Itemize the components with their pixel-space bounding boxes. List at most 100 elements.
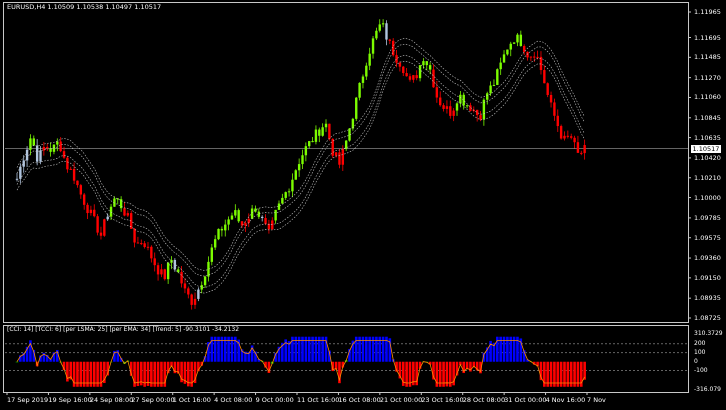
candle-body bbox=[140, 243, 143, 245]
candle-body bbox=[580, 152, 583, 154]
candle-body bbox=[375, 30, 378, 39]
time-tick-label: 16 Oct 08:00 bbox=[338, 396, 381, 404]
candle-body bbox=[358, 82, 361, 98]
candle-body bbox=[566, 135, 570, 137]
candle-body bbox=[56, 141, 59, 145]
candle-body bbox=[35, 145, 39, 162]
candle-body bbox=[331, 138, 334, 156]
candle-body bbox=[126, 213, 130, 216]
candle-body bbox=[338, 152, 341, 165]
candle-body bbox=[264, 218, 267, 224]
candle-body bbox=[408, 76, 412, 80]
candle-body bbox=[183, 283, 187, 289]
candle-body bbox=[479, 115, 482, 120]
candle-body bbox=[311, 141, 314, 143]
current-price-label: 1.10517 bbox=[691, 144, 721, 153]
candle-body bbox=[200, 285, 203, 290]
candle-body bbox=[549, 94, 553, 103]
candle-body bbox=[234, 210, 237, 216]
candle-body bbox=[291, 179, 294, 192]
candle-body bbox=[412, 75, 415, 80]
candle-body bbox=[79, 185, 83, 195]
time-tick-label: 17 Sep 2019 bbox=[7, 396, 49, 404]
candle-body bbox=[459, 94, 462, 104]
candle-body bbox=[76, 180, 79, 186]
candle-body bbox=[496, 69, 499, 85]
candle-body bbox=[69, 168, 72, 170]
candle-body bbox=[284, 192, 287, 198]
candle-body bbox=[203, 276, 207, 286]
price-tick-label: 1.10210 bbox=[694, 173, 721, 182]
candle-body bbox=[304, 146, 308, 156]
candle-body bbox=[82, 194, 86, 205]
candle-body bbox=[123, 208, 126, 216]
price-tick-label: 1.09575 bbox=[694, 233, 721, 242]
candle-body bbox=[361, 76, 365, 83]
time-tick-label: 24 Sep 08:00 bbox=[89, 396, 134, 404]
candle-body bbox=[344, 140, 348, 149]
candle-body bbox=[533, 56, 536, 58]
candle-body bbox=[492, 84, 496, 86]
candle-body bbox=[308, 141, 311, 147]
candle-body bbox=[287, 191, 291, 193]
candle-body bbox=[573, 137, 576, 143]
candle-body bbox=[395, 55, 398, 63]
candle-body bbox=[509, 43, 512, 50]
indicator-level-label: -316.079 bbox=[694, 386, 721, 393]
candle-body bbox=[543, 70, 546, 84]
candle-body bbox=[435, 87, 439, 98]
candle-body bbox=[106, 216, 109, 220]
indicator-level-label: 200 bbox=[694, 339, 706, 347]
chart-svg bbox=[5, 11, 691, 395]
candle-body bbox=[230, 215, 234, 220]
candle-body bbox=[281, 197, 284, 204]
candle-body bbox=[224, 224, 227, 231]
candle-body bbox=[559, 126, 563, 139]
time-tick-label: 9 Oct 00:00 bbox=[255, 396, 294, 404]
price-tick-label: 1.10000 bbox=[694, 193, 721, 202]
candle-body bbox=[163, 269, 166, 280]
candle-body bbox=[301, 155, 304, 165]
time-tick-label: 21 Oct 00:00 bbox=[379, 396, 423, 404]
candle-body bbox=[109, 206, 113, 217]
candle-body bbox=[173, 259, 177, 270]
candle-body bbox=[432, 69, 435, 88]
cci-histogram-bar bbox=[583, 361, 586, 380]
candle-body bbox=[529, 56, 533, 58]
candle-body bbox=[213, 239, 217, 248]
candle-body bbox=[187, 288, 190, 295]
candle-body bbox=[462, 94, 465, 106]
trading-chart-window[interactable]: EURUSD,H4 1.10509 1.10538 1.10497 1.1051… bbox=[0, 0, 726, 410]
candle-body bbox=[89, 209, 93, 214]
candle-body bbox=[271, 220, 274, 230]
candle-body bbox=[180, 272, 183, 284]
candle-body bbox=[351, 118, 355, 129]
candle-body bbox=[197, 289, 200, 299]
candle-body bbox=[449, 106, 452, 116]
candle-body bbox=[442, 105, 445, 109]
envelope-band bbox=[16, 44, 585, 277]
candle-body bbox=[328, 123, 331, 139]
candle-body bbox=[563, 135, 566, 139]
candle-body bbox=[499, 62, 502, 70]
indicator-level-label: 100 bbox=[694, 348, 706, 356]
candle-body bbox=[99, 232, 103, 236]
time-tick-label: 19 Sep 16:00 bbox=[48, 396, 92, 404]
candle-body bbox=[227, 219, 230, 225]
candle-body bbox=[160, 269, 163, 275]
candle-body bbox=[72, 168, 76, 181]
candle-body bbox=[378, 24, 381, 31]
candle-body bbox=[365, 65, 368, 77]
price-tick-label: 1.09785 bbox=[694, 213, 721, 222]
candle-body bbox=[190, 294, 193, 305]
price-tick-label: 1.09360 bbox=[694, 254, 721, 263]
candle-body bbox=[334, 152, 338, 156]
indicator-level-label: -100 bbox=[694, 366, 708, 374]
candle-body bbox=[536, 56, 539, 58]
candle-body bbox=[526, 51, 529, 58]
candle-body bbox=[314, 129, 318, 142]
candle-body bbox=[297, 164, 301, 171]
time-tick-label: 4 Oct 08:00 bbox=[214, 396, 253, 404]
candle-body bbox=[405, 73, 408, 77]
candle-body bbox=[29, 138, 32, 150]
